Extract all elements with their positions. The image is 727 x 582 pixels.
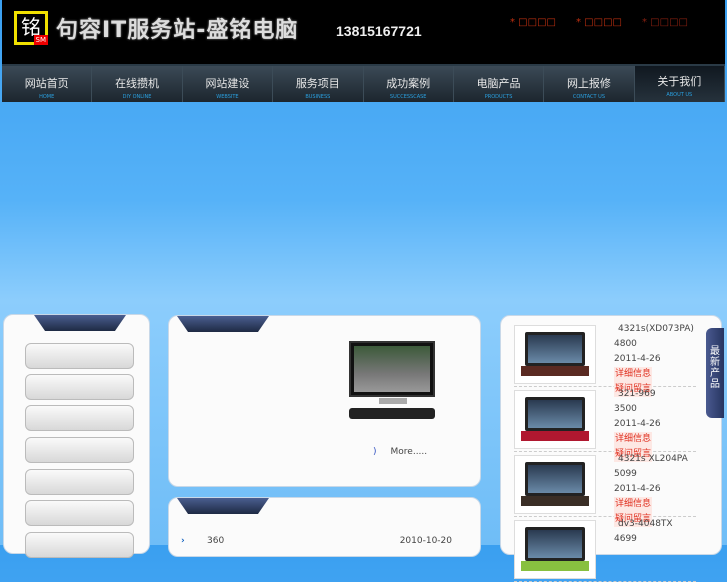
product-info: dv3-4048TX 4699 <box>614 517 673 547</box>
news-panel: › 360 2010-10-20 <box>168 497 481 557</box>
product-price: 5099 <box>614 469 637 479</box>
product-item[interactable]: dv3-4048TX 4699 <box>514 517 696 582</box>
nav-sublabel: SUCCESSCASE <box>389 94 427 100</box>
panel-header-tab <box>177 498 269 514</box>
nav-sublabel: DIY ONLINE <box>122 94 152 100</box>
monitor-stand <box>379 398 407 404</box>
nav-label: 网上报修 <box>566 77 611 90</box>
product-name[interactable]: 4321s(XD073PA) <box>614 322 696 337</box>
main-nav: 网站首页 HOME 在线攒机 DIY ONLINE 网站建设 WEBSITE 服务项目… <box>2 64 725 102</box>
nav-home[interactable]: 网站首页 HOME <box>2 66 93 102</box>
nav-diy-online[interactable]: 在线攒机 DIY ONLINE <box>92 66 183 102</box>
nav-label: 电脑产品 <box>476 77 521 90</box>
nav-label: 网站建设 <box>205 77 250 90</box>
nav-label: 成功案例 <box>386 77 431 90</box>
nav-label: 关于我们 <box>657 75 702 88</box>
product-date: 2011-4-26 <box>614 354 661 364</box>
nav-sublabel: ABOUT US <box>666 92 693 98</box>
phone-number: 13815167721 <box>336 23 422 39</box>
product-date: 2011-4-26 <box>614 484 661 494</box>
nav-about[interactable]: 关于我们 ABOUT US <box>634 66 725 102</box>
product-info: 321-969 3500 2011-4-26 详细信息疑问留言 <box>614 387 696 462</box>
latest-products-tab[interactable]: 最新产品 <box>706 328 724 418</box>
top-link-1[interactable]: * □□□□ <box>510 17 556 28</box>
product-item[interactable]: 4321s XL204PA 5099 2011-4-26 详细信息疑问留言 <box>514 452 696 527</box>
featured-panel: ) More..... <box>168 315 481 487</box>
logo-badge: SM <box>33 35 48 45</box>
nav-sublabel: CONTACT US <box>572 94 605 100</box>
detail-button[interactable]: 详细信息 <box>614 432 653 447</box>
sidebar-button[interactable] <box>25 469 134 495</box>
product-image[interactable] <box>514 325 596 384</box>
nav-success-case[interactable]: 成功案例 SUCCESSCASE <box>364 66 454 102</box>
sidebar-button[interactable] <box>25 374 134 400</box>
top-link-2[interactable]: * □□□□ <box>576 17 622 28</box>
product-date: 2011-4-26 <box>614 419 661 429</box>
sidebar-button[interactable] <box>25 500 134 526</box>
nav-sublabel: BUSINESS <box>305 94 331 100</box>
product-name[interactable]: dv3-4048TX <box>614 517 673 532</box>
sidebar-button[interactable] <box>25 405 134 431</box>
nav-products[interactable]: 电脑产品 PRODUCTS <box>454 66 545 102</box>
left-sidebar-panel <box>3 314 150 558</box>
product-image[interactable] <box>514 520 596 579</box>
nav-contact[interactable]: 网上报修 CONTACT US <box>544 66 635 102</box>
keyboard-image <box>349 408 435 419</box>
more-label: More..... <box>390 447 428 457</box>
product-image[interactable] <box>514 390 596 449</box>
sidebar-button[interactable] <box>25 343 134 369</box>
arrow-icon: ) <box>373 447 377 457</box>
nav-sublabel: WEBSITE <box>216 94 239 100</box>
nav-website[interactable]: 网站建设 WEBSITE <box>183 66 274 102</box>
sidebar-button[interactable] <box>25 532 134 558</box>
nav-business[interactable]: 服务项目 BUSINESS <box>273 66 364 102</box>
product-price: 3500 <box>614 404 637 414</box>
sidebar-button[interactable] <box>25 437 134 463</box>
product-info: 4321s XL204PA 5099 2011-4-26 详细信息疑问留言 <box>614 452 696 527</box>
product-item[interactable]: 4321s(XD073PA) 4800 2011-4-26 详细信息疑问留言 <box>514 322 696 397</box>
site-name: 句容IT服务站-盛铭电脑 <box>56 18 299 43</box>
top-link-3[interactable]: * □□□□ <box>642 17 688 28</box>
panel-header-tab <box>177 316 269 332</box>
nav-label: 网站首页 <box>24 77 69 90</box>
product-name[interactable]: 321-969 <box>614 387 696 402</box>
nav-sublabel: PRODUCTS <box>484 94 513 100</box>
logo[interactable]: 铭 SM <box>14 11 48 45</box>
product-info: 4321s(XD073PA) 4800 2011-4-26 详细信息疑问留言 <box>614 322 696 397</box>
product-item[interactable]: 321-969 3500 2011-4-26 详细信息疑问留言 <box>514 387 696 462</box>
detail-button[interactable]: 详细信息 <box>614 367 653 382</box>
product-name[interactable]: 4321s XL204PA <box>614 452 696 467</box>
nav-label: 在线攒机 <box>115 77 160 90</box>
panel-header-tab <box>34 315 126 331</box>
product-image[interactable] <box>514 455 596 514</box>
computer-monitor-image <box>349 341 435 397</box>
nav-sublabel: HOME <box>39 94 55 100</box>
product-price: 4800 <box>614 339 637 349</box>
detail-button[interactable]: 详细信息 <box>614 497 653 512</box>
more-link[interactable]: ) More..... <box>373 447 427 457</box>
nav-label: 服务项目 <box>295 77 340 90</box>
